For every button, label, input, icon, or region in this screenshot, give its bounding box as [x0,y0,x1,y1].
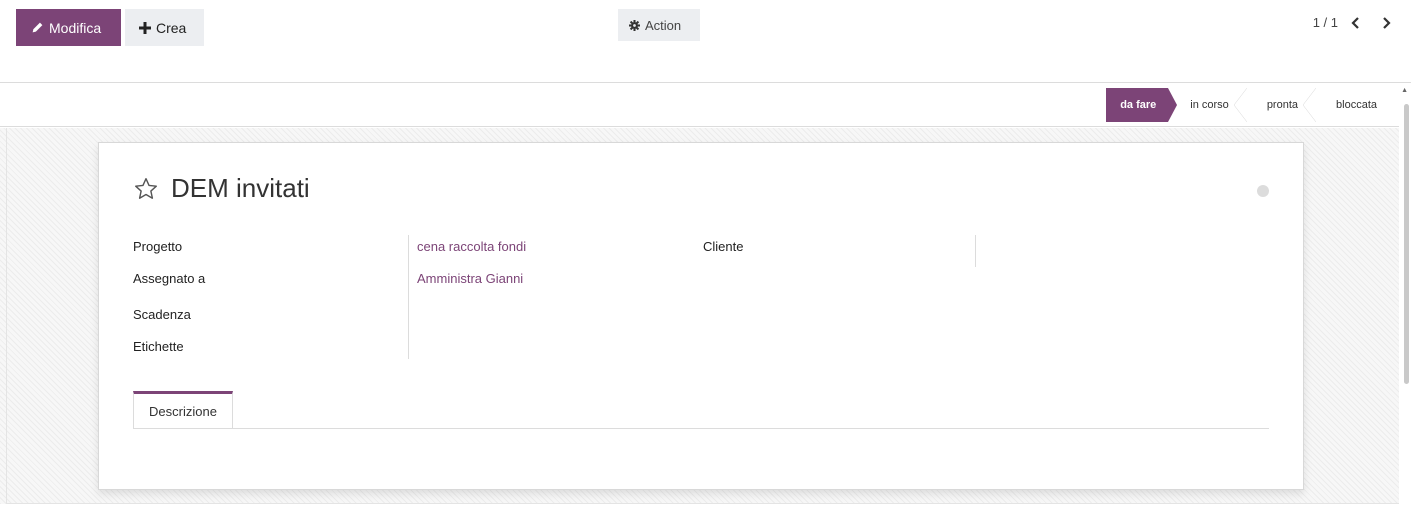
scadenza-label: Scadenza [133,307,191,322]
title-row: DEM invitati [133,173,310,204]
progetto-label: Progetto [133,239,183,254]
status-dot-icon[interactable] [1257,185,1269,197]
cliente-divider [975,235,976,267]
edit-button-label: Modifica [49,19,102,36]
label-value-divider [408,235,409,359]
cliente-label: Cliente [703,239,744,254]
stage-pipeline: da fare in corso pronta bloccata [1106,88,1395,122]
scroll-up-icon[interactable]: ▲ [1401,87,1408,94]
chevron-right-icon [1383,17,1391,29]
etichette-label: Etichette [133,339,184,354]
vertical-scrollbar[interactable]: ▲ [1399,84,1411,511]
progetto-value-link[interactable]: cena raccolta fondi [417,239,526,254]
stage-in-corso[interactable]: in corso [1168,88,1247,122]
bottom-divider [6,503,1399,504]
pager-value[interactable]: 1 / 1 [1313,15,1338,30]
pager-next-button[interactable] [1375,12,1397,34]
task-form-sheet: DEM invitati Progetto Assegnato a Scaden… [98,142,1304,490]
chevron-left-icon [1351,17,1359,29]
star-outline-icon[interactable] [133,176,159,202]
create-button[interactable]: Crea [125,9,204,46]
task-title[interactable]: DEM invitati [171,173,310,204]
control-panel: Modifica Crea Action 1 / 1 [0,0,1411,83]
gear-icon [629,19,640,31]
left-divider [6,128,7,504]
tab-descrizione[interactable]: Descrizione [133,391,233,429]
edit-button[interactable]: Modifica [16,9,121,46]
create-button-label: Crea [156,19,187,36]
stage-pronta[interactable]: pronta [1245,88,1317,122]
action-button-label: Action [645,17,682,33]
pencil-icon [32,22,43,33]
assegnato-value-link[interactable]: Amministra Gianni [417,271,523,286]
statusbar: da fare in corso pronta bloccata [0,84,1399,127]
stage-da-fare[interactable]: da fare [1106,88,1178,122]
tab-underline [133,428,1269,429]
pager-previous-button[interactable] [1345,12,1367,34]
plus-icon [139,21,151,34]
scrollbar-thumb[interactable] [1404,104,1409,384]
assegnato-label: Assegnato a [133,271,206,286]
action-button[interactable]: Action [618,9,700,41]
stage-bloccata[interactable]: bloccata [1314,88,1395,122]
